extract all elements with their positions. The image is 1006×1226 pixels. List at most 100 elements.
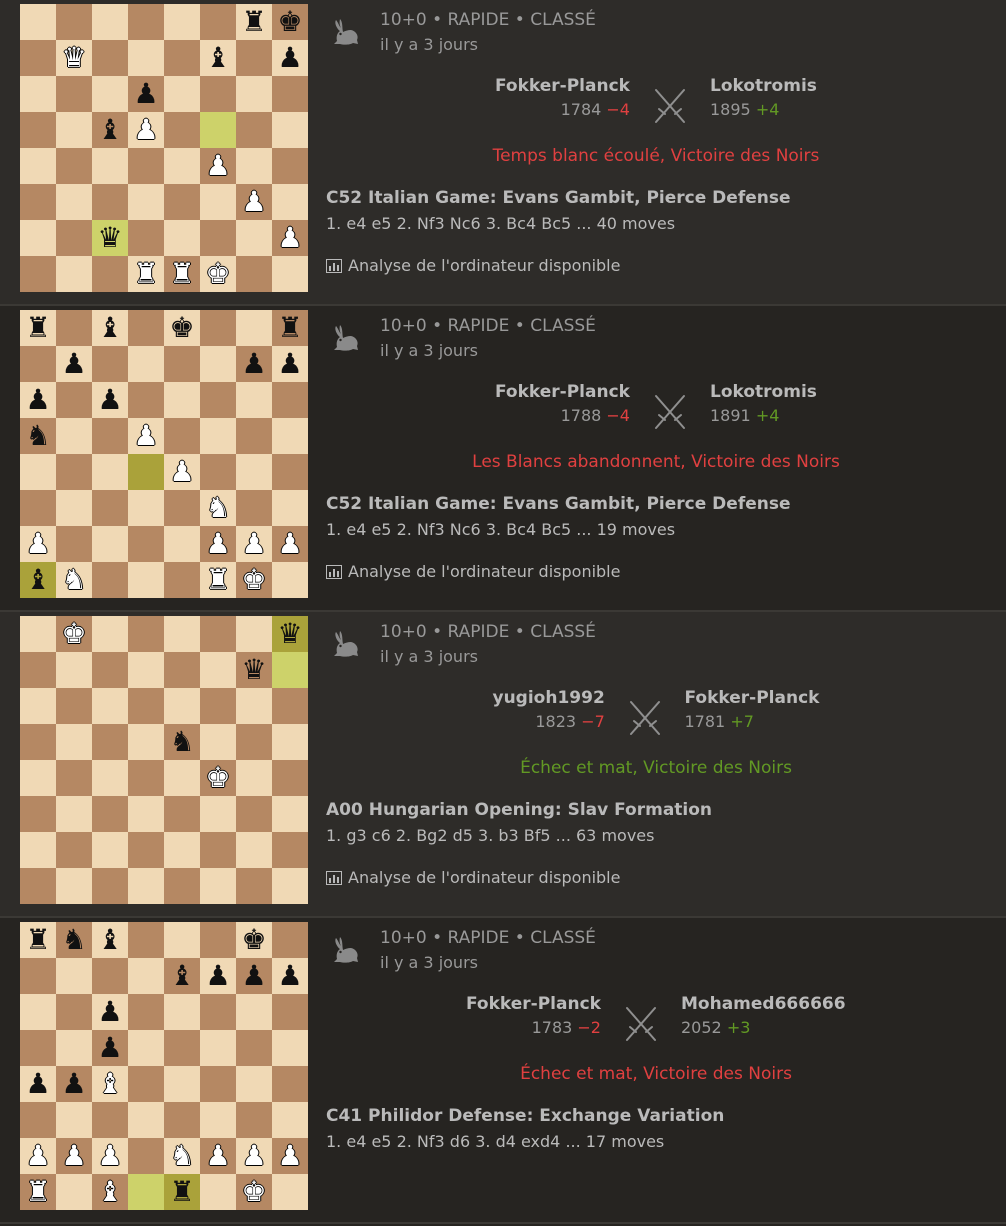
- board-square: [236, 1030, 272, 1066]
- black-player-name[interactable]: Lokotromis: [710, 382, 817, 402]
- board-square: [56, 148, 92, 184]
- board-square: [92, 4, 128, 40]
- board-square: [164, 760, 200, 796]
- opening-name[interactable]: A00 Hungarian Opening: Slav Formation: [326, 800, 712, 820]
- white-player-name[interactable]: Fokker-Planck: [495, 76, 630, 96]
- analysis-link[interactable]: Analyse de l'ordinateur disponible: [326, 868, 620, 889]
- board-square: [20, 796, 56, 832]
- board-square: [236, 454, 272, 490]
- opening-name[interactable]: C52 Italian Game: Evans Gambit, Pierce D…: [326, 494, 791, 514]
- chess-board[interactable]: ♜ ♝ ♚ ♜ ♟ ♟ ♟ ♟ ♟ ♞ ♟ ♟ ♞ ♟ ♟ ♟ ♟ ♝ ♞ ♜ ♚: [20, 310, 308, 598]
- game-result: Échec et mat, Victoire des Noirs: [520, 1064, 792, 1084]
- white-king-piece: ♚: [241, 1175, 267, 1208]
- board-square: [128, 832, 164, 868]
- hare-icon: [328, 320, 364, 356]
- board-square: [20, 490, 56, 526]
- white-player-name[interactable]: Fokker-Planck: [466, 994, 601, 1014]
- board-square: [92, 40, 128, 76]
- black-player-name[interactable]: Lokotromis: [710, 76, 817, 96]
- white-bishop-piece: ♝: [97, 1067, 123, 1100]
- black-player[interactable]: Lokotromis 1895 +4: [710, 76, 817, 119]
- white-player[interactable]: Fokker-Planck 1783 −2: [466, 994, 601, 1037]
- board-square: [20, 724, 56, 760]
- white-player-rating-line: 1823 −7: [493, 712, 604, 731]
- chess-board[interactable]: ♜ ♚ ♛ ♝ ♟ ♟ ♝ ♟ ♟ ♟ ♛ ♟ ♜ ♜ ♚: [20, 4, 308, 292]
- crossed-swords-icon: [642, 390, 698, 450]
- board-square: [272, 652, 308, 688]
- white-player-name[interactable]: yugioh1992: [493, 688, 605, 708]
- board-square: [272, 418, 308, 454]
- black-knight-piece: ♞: [61, 923, 87, 956]
- board-square: [200, 616, 236, 652]
- board-square: [20, 148, 56, 184]
- game-result: Les Blancs abandonnent, Victoire des Noi…: [472, 452, 840, 472]
- board-square: [92, 1102, 128, 1138]
- analysis-label: Analyse de l'ordinateur disponible: [348, 256, 621, 275]
- white-knight-piece: ♞: [205, 491, 231, 524]
- game-row[interactable]: ♜ ♞ ♝ ♚ ♝ ♟ ♟ ♟ ♟ ♟ ♟ ♟ ♝ ♟ ♟ ♟ ♞ ♟ ♟ ♟ ♜ ♝ ♜ ♚ 10+0 • RAPIDE • …: [0, 918, 1006, 1224]
- analysis-link[interactable]: Analyse de l'ordinateur disponible: [326, 256, 620, 277]
- black-bishop-piece: ♝: [25, 563, 51, 596]
- white-pawn-piece: ♟: [133, 419, 159, 452]
- board-square: [92, 418, 128, 454]
- game-row[interactable]: ♜ ♚ ♛ ♝ ♟ ♟ ♝ ♟ ♟ ♟ ♛ ♟ ♜ ♜ ♚ 10+0 • RAPIDE • CLASSÉ il …: [0, 0, 1006, 306]
- black-bishop-piece: ♝: [169, 959, 195, 992]
- board-square: [20, 220, 56, 256]
- game-date: il y a 3 jours: [380, 953, 478, 972]
- black-rating-diff: +7: [730, 712, 754, 731]
- game-list: ♜ ♚ ♛ ♝ ♟ ♟ ♝ ♟ ♟ ♟ ♛ ♟ ♜ ♜ ♚ 10+0 • RAPIDE • CLASSÉ il …: [0, 0, 1006, 1226]
- board-square: [92, 760, 128, 796]
- game-row[interactable]: ♚ ♛ ♛ ♞ ♚ 10+0 • RAPIDE • CLASSÉ il y a 3 jour…: [0, 612, 1006, 918]
- board-square: [56, 832, 92, 868]
- white-player[interactable]: yugioh1992 1823 −7: [493, 688, 605, 731]
- board-square: [56, 454, 92, 490]
- board-square: [20, 4, 56, 40]
- black-player[interactable]: Lokotromis 1891 +4: [710, 382, 817, 425]
- board-square: [272, 1066, 308, 1102]
- board-square: [128, 1066, 164, 1102]
- white-rating-diff: −4: [606, 406, 630, 425]
- board-square: [56, 310, 92, 346]
- board-square: [56, 760, 92, 796]
- white-rating: 1784: [560, 100, 602, 119]
- white-king-piece: ♚: [205, 761, 231, 794]
- board-square: [236, 418, 272, 454]
- black-player[interactable]: Mohamed666666 2052 +3: [681, 994, 846, 1037]
- board-square: [20, 184, 56, 220]
- black-pawn-piece: ♟: [241, 347, 267, 380]
- chess-board[interactable]: ♚ ♛ ♛ ♞ ♚: [20, 616, 308, 904]
- board-square: [128, 1138, 164, 1174]
- board-square: [236, 112, 272, 148]
- board-square: [164, 490, 200, 526]
- board-square: [200, 418, 236, 454]
- board-square: [128, 346, 164, 382]
- analysis-link[interactable]: Analyse de l'ordinateur disponible: [326, 562, 620, 583]
- board-square: [128, 382, 164, 418]
- board-square: [128, 922, 164, 958]
- game-speed: 10+0 • RAPIDE • CLASSÉ: [380, 10, 596, 30]
- white-rook-piece: ♜: [169, 257, 195, 290]
- black-player[interactable]: Fokker-Planck 1781 +7: [685, 688, 820, 731]
- black-pawn-piece: ♟: [25, 1067, 51, 1100]
- game-row[interactable]: ♜ ♝ ♚ ♜ ♟ ♟ ♟ ♟ ♟ ♞ ♟ ♟ ♞ ♟ ♟ ♟ ♟ ♝ ♞ ♜ ♚ 10+0 • RAPIDE • CLA…: [0, 306, 1006, 612]
- white-player-name[interactable]: Fokker-Planck: [495, 382, 630, 402]
- white-pawn-piece: ♟: [25, 1139, 51, 1172]
- board-square: [20, 832, 56, 868]
- chess-board[interactable]: ♜ ♞ ♝ ♚ ♝ ♟ ♟ ♟ ♟ ♟ ♟ ♟ ♝ ♟ ♟ ♟ ♞ ♟ ♟ ♟ ♜ ♝ ♜ ♚: [20, 922, 308, 1210]
- white-knight-piece: ♞: [169, 1139, 195, 1172]
- opening-name[interactable]: C41 Philidor Defense: Exchange Variation: [326, 1106, 724, 1126]
- opening-name[interactable]: C52 Italian Game: Evans Gambit, Pierce D…: [326, 188, 791, 208]
- white-player[interactable]: Fokker-Planck 1784 −4: [495, 76, 630, 119]
- black-player-name[interactable]: Mohamed666666: [681, 994, 846, 1014]
- white-player[interactable]: Fokker-Planck 1788 −4: [495, 382, 630, 425]
- board-square: [164, 1102, 200, 1138]
- board-square: [92, 868, 128, 904]
- board-square: [20, 688, 56, 724]
- white-player-rating-line: 1788 −4: [495, 406, 630, 425]
- board-square: [200, 868, 236, 904]
- board-square: [128, 4, 164, 40]
- board-square: [92, 184, 128, 220]
- black-player-name[interactable]: Fokker-Planck: [685, 688, 820, 708]
- black-pawn-piece: ♟: [133, 77, 159, 110]
- black-rook-piece: ♜: [241, 5, 267, 38]
